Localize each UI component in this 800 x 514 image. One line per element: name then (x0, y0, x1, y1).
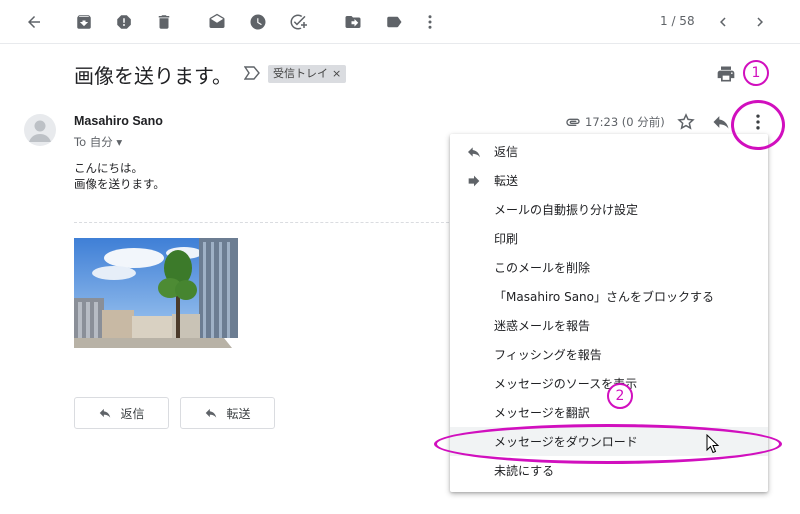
forward-icon (468, 175, 480, 186)
email-subject: 画像を送ります。 (74, 64, 232, 88)
snooze-icon[interactable] (246, 10, 270, 34)
forward-icon (206, 408, 217, 418)
mark-unread-icon[interactable] (205, 10, 229, 34)
recipient-details[interactable]: To 自分 ▾ (74, 134, 122, 150)
menu-item-delete[interactable]: このメールを削除 (450, 253, 768, 282)
annotation-step-2: 2 (607, 383, 633, 409)
print-icon[interactable] (716, 64, 736, 84)
chevron-left-icon[interactable] (711, 10, 735, 34)
email-body: こんにちは。 画像を送ります。 (74, 160, 165, 192)
menu-item-label: メールの自動振り分け設定 (494, 203, 639, 217)
menu-item-label: 未読にする (494, 464, 555, 478)
forward-button[interactable]: 転送 (180, 397, 275, 429)
email-time: 17:23 (0 分前) (565, 114, 665, 130)
page-counter: 1 / 58 (660, 14, 695, 28)
label-icon[interactable] (382, 10, 406, 34)
reply-icon (468, 146, 480, 157)
person-icon (29, 120, 51, 142)
label-text: 受信トレイ (273, 67, 328, 80)
archive-icon[interactable] (72, 10, 96, 34)
sender-name: Masahiro Sano (74, 114, 163, 128)
toolbar: 1 / 58 (0, 0, 800, 44)
menu-item-label: 迷惑メールを報告 (494, 319, 591, 333)
reply-button-label: 返信 (120, 406, 145, 421)
move-to-icon[interactable] (341, 10, 365, 34)
menu-item-label: 転送 (494, 174, 519, 188)
report-spam-icon[interactable] (112, 10, 136, 34)
menu-item-label: 「Masahiro Sano」さんをブロックする (494, 290, 714, 304)
importance-marker-icon[interactable] (244, 66, 260, 80)
city-photo-image (74, 238, 238, 348)
more-vert-icon[interactable] (418, 10, 442, 34)
menu-item-block[interactable]: 「Masahiro Sano」さんをブロックする (450, 282, 768, 311)
menu-item-label: このメールを削除 (494, 261, 591, 275)
reply-icon[interactable] (711, 112, 731, 132)
email-timestamp: 17:23 (0 分前) (585, 115, 665, 129)
avatar (24, 114, 56, 146)
menu-item-filter[interactable]: メールの自動振り分け設定 (450, 195, 768, 224)
back-arrow-icon[interactable] (22, 10, 46, 34)
star-icon[interactable] (676, 112, 696, 132)
add-task-icon[interactable] (286, 10, 310, 34)
annotation-step-1: 1 (743, 60, 769, 86)
image-attachment-thumbnail[interactable] (74, 238, 238, 348)
reply-button[interactable]: 返信 (74, 397, 169, 429)
annotation-ellipse-download (434, 424, 782, 464)
attachment-icon (566, 118, 580, 126)
annotation-circle-more-button (731, 100, 785, 150)
delete-icon[interactable] (152, 10, 176, 34)
menu-item-print[interactable]: 印刷 (450, 224, 768, 253)
menu-item-label: フィッシングを報告 (494, 348, 602, 362)
forward-button-label: 転送 (226, 406, 251, 421)
label-remove-button[interactable]: × (332, 65, 341, 83)
menu-item-label: 返信 (494, 145, 519, 159)
chevron-right-icon[interactable] (748, 10, 772, 34)
menu-item-label: メッセージを翻訳 (494, 406, 590, 420)
menu-item-label: 印刷 (494, 232, 519, 246)
divider (74, 222, 454, 223)
menu-item-report-phishing[interactable]: フィッシングを報告 (450, 340, 768, 369)
menu-item-reply[interactable]: 返信 (450, 137, 768, 166)
body-line: こんにちは。 (74, 161, 143, 175)
menu-item-report-spam[interactable]: 迷惑メールを報告 (450, 311, 768, 340)
body-line: 画像を送ります。 (74, 177, 165, 191)
inbox-label-chip: 受信トレイ × (268, 65, 347, 83)
menu-item-forward[interactable]: 転送 (450, 166, 768, 195)
reply-icon (100, 408, 111, 418)
